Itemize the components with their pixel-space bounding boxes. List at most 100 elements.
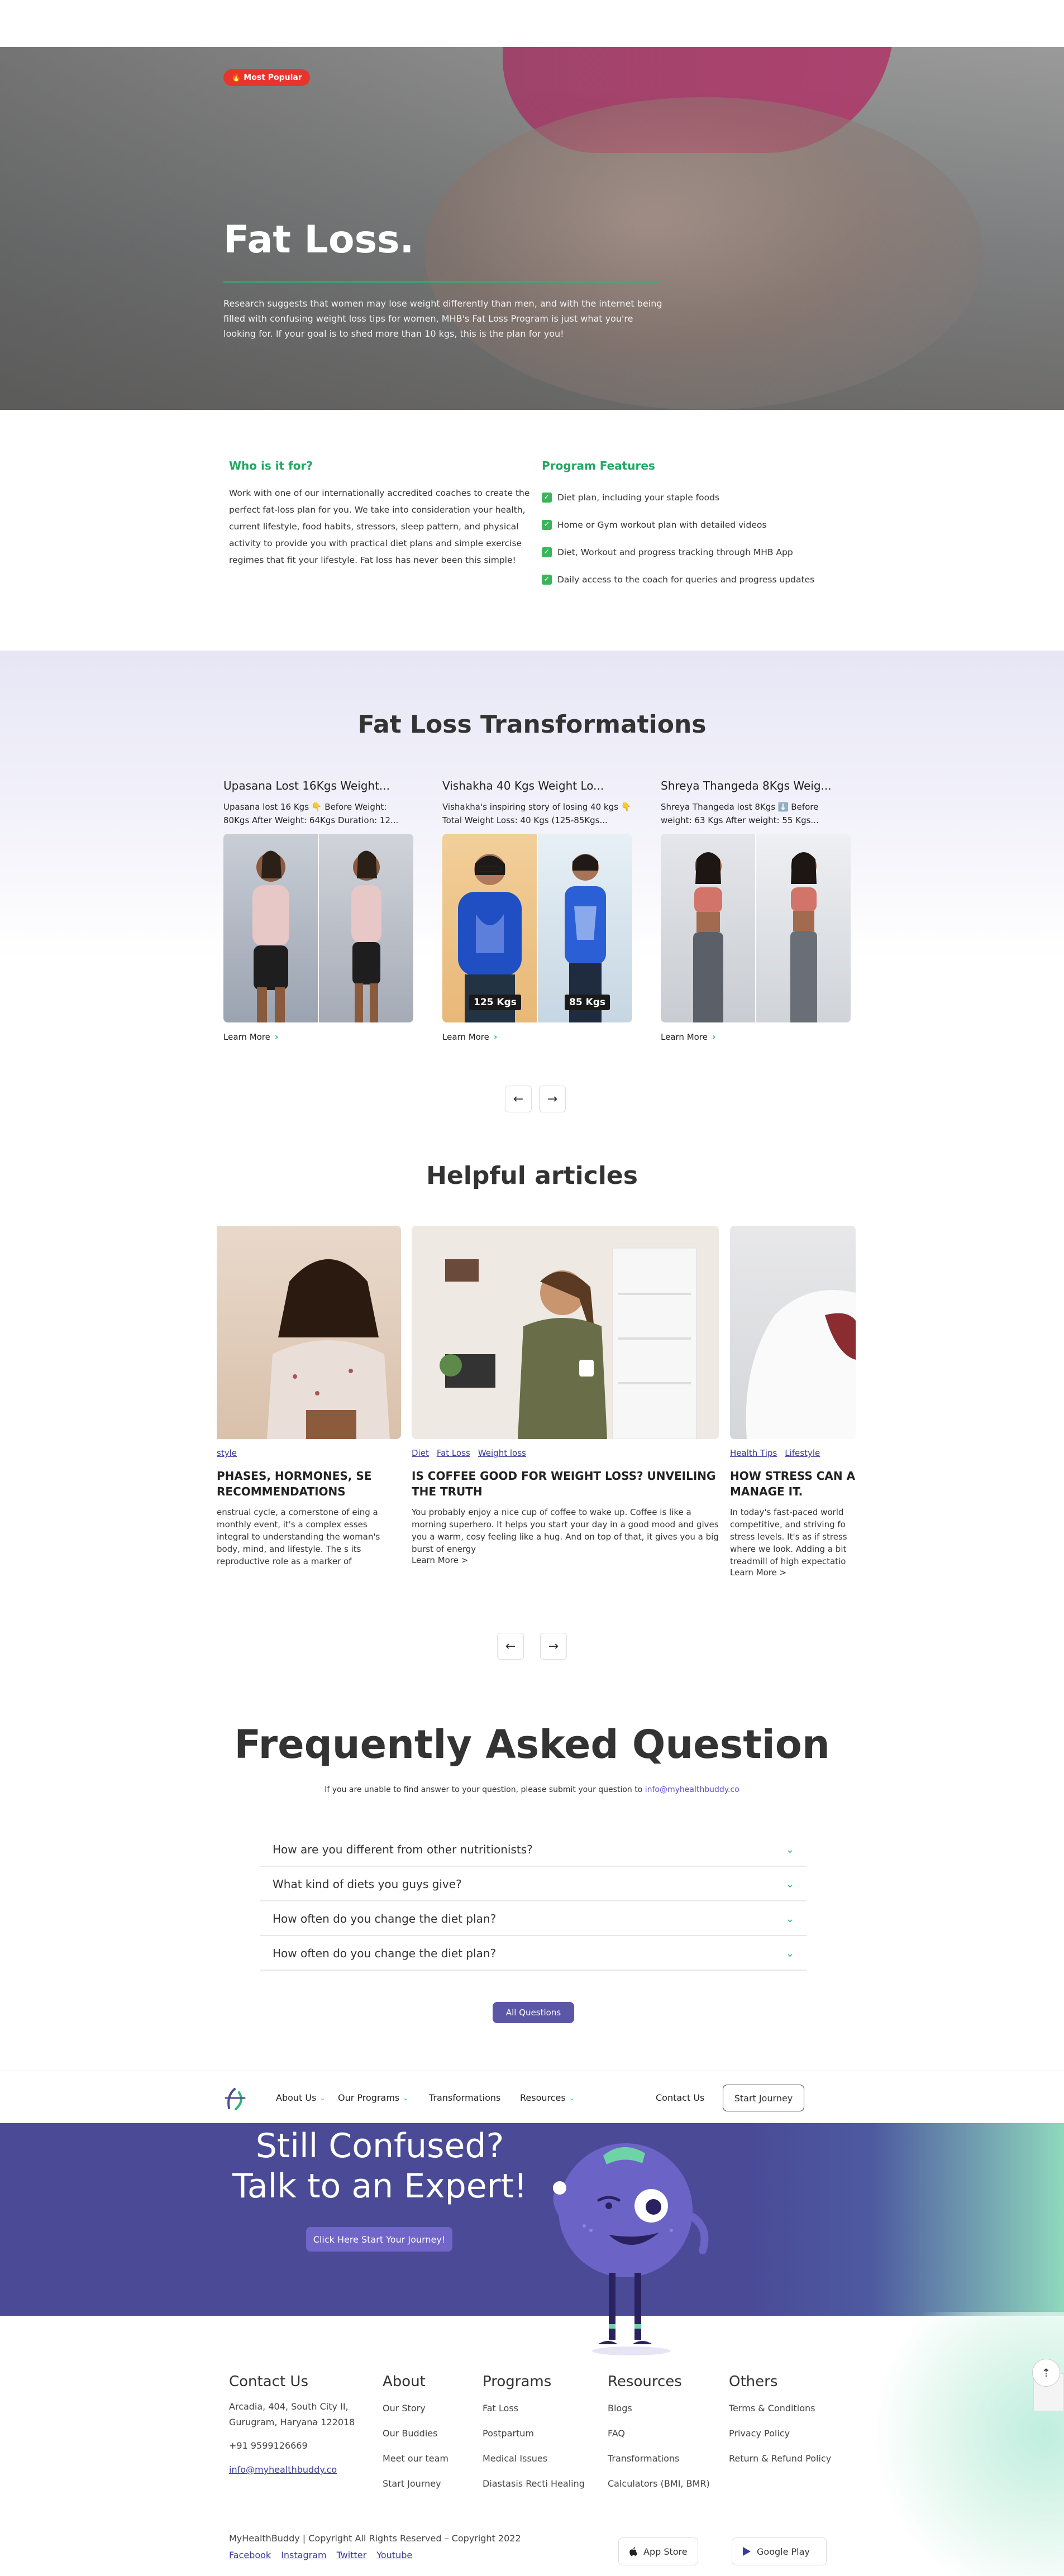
learn-more-link[interactable]: Learn More › <box>223 1031 413 1042</box>
article-tag[interactable]: style <box>217 1448 237 1458</box>
program-features: Program Features ✓ Diet plan, including y… <box>542 459 855 593</box>
before-after-photo: 125 Kgs 85 Kgs <box>442 834 632 1022</box>
all-questions-button[interactable]: All Questions <box>493 2002 574 2023</box>
footer-link[interactable]: Diastasis Recti Healing <box>483 2471 585 2496</box>
nav-resources[interactable]: Resources ⌄ <box>520 2092 575 2103</box>
page-title: Fat Loss. <box>223 218 414 262</box>
chevron-right-icon: › <box>493 1031 498 1042</box>
footer-resources: Resources Blogs FAQ Transformations Calc… <box>608 2373 710 2496</box>
nav-about[interactable]: About Us ⌄ <box>276 2092 326 2103</box>
transformation-card[interactable]: Vishakha 40 Kgs Weight Lo... Vishakha's … <box>442 779 632 1042</box>
chevron-right-icon: › <box>712 1031 716 1042</box>
footer-link[interactable]: Meet our team <box>383 2446 448 2471</box>
footer-link[interactable]: Our Story <box>383 2396 448 2421</box>
arrow-left-icon: ← <box>513 1092 524 1106</box>
article-title: PHASES, HORMONES, SE RECOMMENDATIONS <box>217 1469 372 1498</box>
faq-item[interactable]: How are you different from other nutriti… <box>260 1833 807 1867</box>
article-desc: You probably enjoy a nice cup of coffee … <box>412 1507 719 1554</box>
articles-next-button[interactable]: → <box>540 1633 567 1660</box>
cta-line-1: Still Confused? <box>255 2126 504 2166</box>
youtube-link[interactable]: Youtube <box>376 2550 412 2560</box>
article-tag[interactable]: Lifestyle <box>785 1448 820 1458</box>
learn-more-link[interactable]: Learn More › <box>442 1031 632 1042</box>
feature-item: ✓ Home or Gym workout plan with detailed … <box>542 511 855 538</box>
twitter-link[interactable]: Twitter <box>337 2550 367 2560</box>
footer-link[interactable]: Blogs <box>608 2396 710 2421</box>
faq-title: Frequently Asked Question <box>234 1722 830 1767</box>
copyright: MyHealthBuddy | Copyright All Rights Res… <box>229 2533 521 2544</box>
footer-link[interactable]: Our Buddies <box>383 2421 448 2446</box>
before-after-photo <box>661 834 851 1022</box>
logo-icon[interactable] <box>222 2085 250 2113</box>
feature-item: ✓ Diet, Workout and progress tracking thr… <box>542 538 855 566</box>
footer-link[interactable]: Return & Refund Policy <box>729 2446 831 2471</box>
article-card[interactable]: Health Tips Lifestyle HOW STRESS CAN AF … <box>730 1226 856 1578</box>
footer-link[interactable]: Postpartum <box>483 2421 585 2446</box>
article-tag[interactable]: Fat Loss <box>437 1448 470 1458</box>
article-tag[interactable]: Health Tips <box>730 1448 777 1458</box>
google-play-icon <box>743 2547 751 2556</box>
start-journey-button[interactable]: Start Journey <box>723 2085 804 2111</box>
article-card[interactable]: Diet Fat Loss Weight loss IS COFFEE GOOD… <box>412 1226 719 1565</box>
learn-more-link[interactable]: Learn More › <box>661 1031 851 1042</box>
footer-about: About Our Story Our Buddies Meet our tea… <box>383 2373 448 2496</box>
footer-address: Arcadia, 404, South City II, Gurugram, H… <box>229 2401 355 2427</box>
faq-item[interactable]: What kind of diets you guys give? ⌄ <box>260 1868 807 1901</box>
instagram-link[interactable]: Instagram <box>281 2550 326 2560</box>
back-to-top-button[interactable]: ⇡ <box>1032 2359 1060 2387</box>
footer-contact: Contact Us Arcadia, 404, South City II, … <box>229 2373 363 2475</box>
article-learn-more-link[interactable]: Learn More > <box>730 1567 856 1578</box>
footer-link[interactable]: FAQ <box>608 2421 710 2446</box>
footer-link[interactable]: Start Journey <box>383 2471 448 2496</box>
footer-heading: Resources <box>608 2373 682 2390</box>
check-icon: ✓ <box>542 574 552 585</box>
after-weight-label: 85 Kgs <box>565 995 610 1010</box>
article-learn-more-link[interactable]: Learn More > <box>412 1555 719 1565</box>
arrow-right-icon: → <box>547 1092 558 1106</box>
mascot-illustration <box>553 2143 709 2355</box>
nav-contact[interactable]: Contact Us <box>656 2092 704 2103</box>
articles-prev-button[interactable]: ← <box>497 1633 524 1660</box>
footer-link[interactable]: Medical Issues <box>483 2446 585 2471</box>
article-desc: enstrual cycle, a cornerstone of eing a … <box>217 1507 380 1566</box>
apple-icon <box>629 2547 637 2556</box>
arrow-up-icon: ⇡ <box>1041 2366 1051 2379</box>
transformation-card[interactable]: Upasana Lost 16Kgs Weight... Upasana los… <box>223 779 413 1042</box>
start-your-journey-button[interactable]: Click Here Start Your Journey! <box>306 2227 452 2252</box>
hero-description: Research suggests that women may lose we… <box>223 298 662 339</box>
footer-link[interactable]: Terms & Conditions <box>729 2396 831 2421</box>
faq-item[interactable]: How often do you change the diet plan? ⌄ <box>260 1903 807 1936</box>
article-tag[interactable]: Diet <box>412 1448 429 1458</box>
footer-link[interactable]: Calculators (BMI, BMR) <box>608 2471 710 2496</box>
article-tag[interactable]: Weight loss <box>478 1448 526 1458</box>
footer-link[interactable]: Fat Loss <box>483 2396 585 2421</box>
google-play-button[interactable]: Google Play <box>732 2537 827 2565</box>
nav-transformations[interactable]: Transformations <box>429 2092 500 2103</box>
features-heading: Program Features <box>542 459 655 472</box>
nav-programs[interactable]: Our Programs ⌄ <box>338 2092 408 2103</box>
faq-item[interactable]: How often do you change the diet plan? ⌄ <box>260 1937 807 1971</box>
footer-link[interactable]: Privacy Policy <box>729 2421 831 2446</box>
chevron-down-icon: ⌄ <box>403 2094 409 2102</box>
footer-programs: Programs Fat Loss Postpartum Medical Iss… <box>483 2373 585 2496</box>
transformations-next-button[interactable]: → <box>539 1086 566 1112</box>
before-after-photo <box>223 834 413 1022</box>
page: 🔥 Most Popular Fat Loss. Research sugges… <box>0 0 1064 2576</box>
footer-phone[interactable]: +91 9599126669 <box>229 2440 363 2451</box>
article-title: HOW STRESS CAN AF MANAGE IT. <box>730 1469 856 1498</box>
app-store-button[interactable]: App Store <box>618 2537 698 2565</box>
cta-line-2: Talk to an Expert! <box>232 2167 527 2206</box>
footer-heading: About <box>383 2373 426 2390</box>
check-icon: ✓ <box>542 519 552 530</box>
footer-link[interactable]: Transformations <box>608 2446 710 2471</box>
article-image <box>730 1226 856 1439</box>
facebook-link[interactable]: Facebook <box>229 2550 271 2560</box>
article-card[interactable]: style PHASES, HORMONES, SE RECOMMENDATIO… <box>217 1226 401 1567</box>
who-is-it-for: Who is it for? Work with one of our inte… <box>229 459 531 568</box>
faq-email-link[interactable]: info@myhealthbuddy.co <box>645 1785 739 1794</box>
transformations-prev-button[interactable]: ← <box>505 1086 532 1112</box>
footer-others: Others Terms & Conditions Privacy Policy… <box>729 2373 831 2471</box>
feature-item: ✓ Diet plan, including your staple foods <box>542 484 855 511</box>
footer-email[interactable]: info@myhealthbuddy.co <box>229 2464 363 2475</box>
transformation-card[interactable]: Shreya Thangeda 8Kgs Weig... Shreya Than… <box>661 779 851 1042</box>
